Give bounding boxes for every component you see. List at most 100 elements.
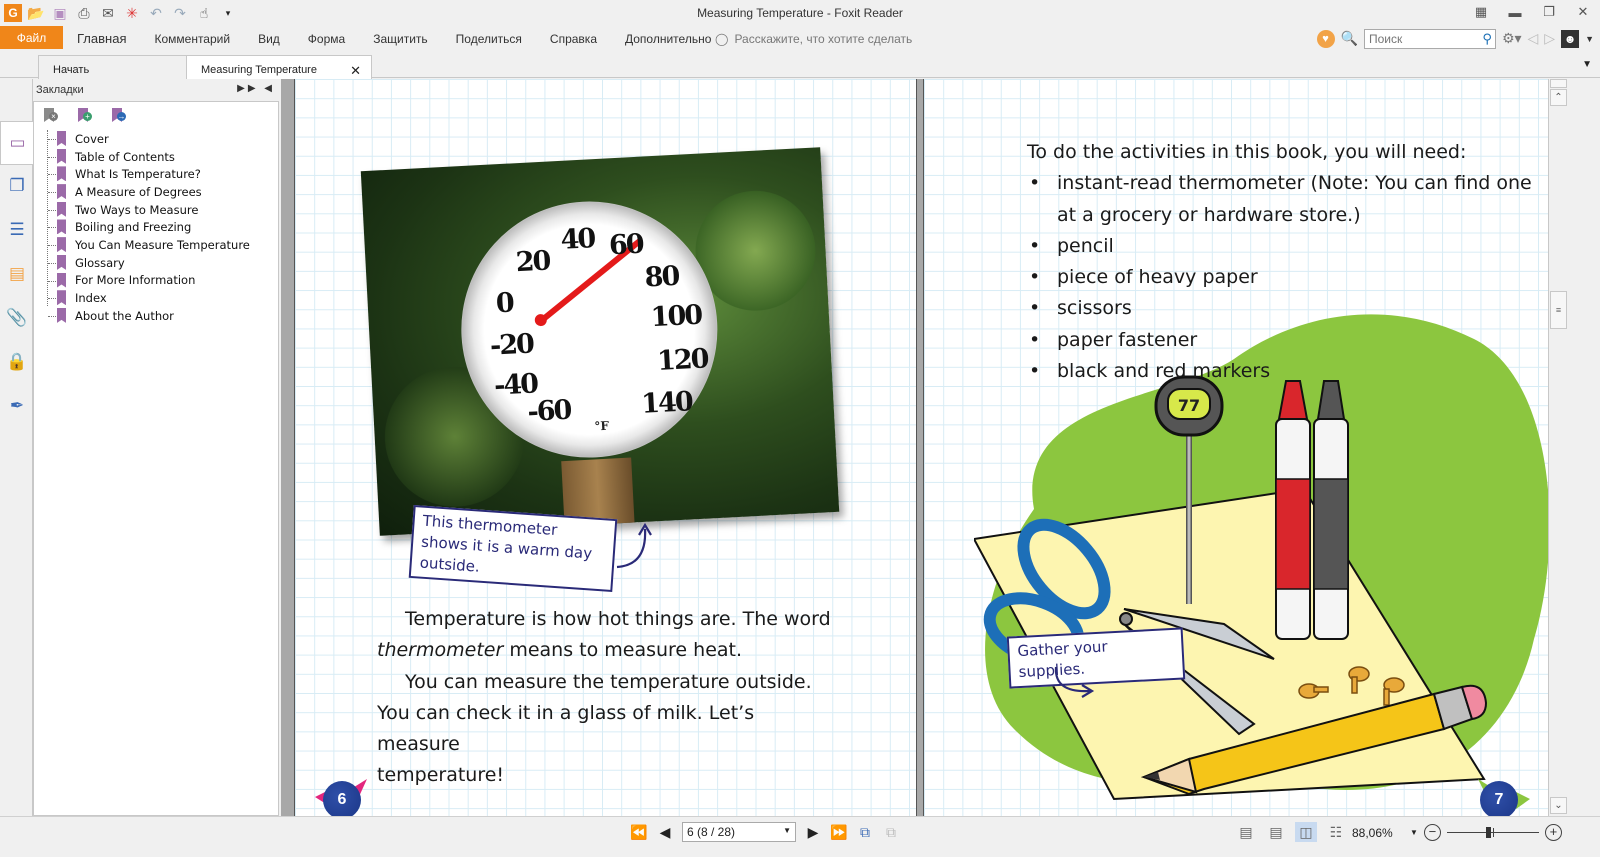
bookmark-label: Cover [75, 131, 109, 146]
bookmark-item[interactable]: Boiling and Freezing [44, 218, 278, 236]
dial-number: 40 [559, 223, 595, 256]
page-field-value: 6 (8 / 28) [687, 825, 736, 839]
lightbulb-icon: ◯ [715, 32, 729, 46]
search-box[interactable]: ⚲ [1363, 28, 1496, 49]
page-gutter [916, 79, 924, 816]
go-to-bookmark-icon[interactable]: → [112, 108, 128, 124]
bookmark-label: Two Ways to Measure [75, 202, 199, 217]
facing-view-icon[interactable]: ◫ [1295, 822, 1317, 842]
tab-measuring-temperature[interactable]: Measuring Temperature ✕ [186, 55, 372, 80]
menu-form[interactable]: Форма [294, 32, 359, 46]
bookmark-label: Index [75, 291, 107, 306]
bookmark-item[interactable]: You Can Measure Temperature [44, 236, 278, 254]
signatures-icon[interactable]: ✒ [6, 395, 28, 417]
zoom-in-icon[interactable]: + [1544, 823, 1562, 841]
paragraph-line: temperature! [377, 764, 505, 787]
zoom-out-icon[interactable]: − [1423, 823, 1441, 841]
menu-view[interactable]: Вид [244, 32, 294, 46]
bookmark-panel-icon[interactable]: ▭ [0, 121, 34, 165]
supply-item: instant-read thermometer (Note: You can … [1027, 168, 1547, 231]
zoom-slider-handle[interactable] [1486, 827, 1492, 838]
close-tab-icon[interactable]: ✕ [350, 63, 361, 79]
settings-gear-icon[interactable]: ⚙▾ [1502, 30, 1522, 47]
tell-me-box[interactable]: ◯ Расскажите, что хотите сделать [715, 32, 912, 46]
scroll-down-button[interactable]: ⌄ [1550, 797, 1567, 814]
previous-view-icon[interactable]: ⧉ [856, 824, 874, 841]
previous-page-icon[interactable]: ◀ [656, 824, 674, 841]
pages-icon[interactable]: ❐ [6, 175, 28, 197]
next-page-icon[interactable]: ▶ [804, 824, 822, 841]
comments-icon[interactable]: ▤ [6, 263, 28, 285]
back-arrow-icon[interactable]: ◁ [1528, 30, 1539, 47]
menu-comment[interactable]: Комментарий [140, 32, 244, 46]
page-6: °F 20 40 60 80 0 100 -20 120 -40 140 -60 This ther… [295, 79, 916, 816]
bookmark-label: Table of Contents [75, 149, 175, 164]
scroll-top-button[interactable] [1550, 79, 1567, 88]
forward-arrow-icon[interactable]: ▷ [1544, 30, 1555, 47]
next-view-icon[interactable]: ⧉ [882, 824, 900, 841]
menu-share[interactable]: Поделиться [442, 32, 536, 46]
fullscreen-icon[interactable]: ▦ [1464, 0, 1498, 24]
tell-me-placeholder: Расскажите, что хотите сделать [734, 32, 913, 46]
file-menu-button[interactable]: Файл [0, 26, 63, 49]
restore-icon[interactable]: ❐ [1532, 0, 1566, 24]
add-bookmark-icon[interactable]: + [78, 108, 94, 124]
first-page-icon[interactable]: ⏪ [630, 824, 648, 841]
bookmark-item[interactable]: Two Ways to Measure [44, 201, 278, 219]
zoom-dropdown-icon[interactable]: ▼ [1410, 828, 1418, 837]
bookmark-label: About the Author [75, 308, 174, 323]
tab-list-dropdown-icon[interactable]: ▼ [1582, 59, 1592, 70]
bookmark-item[interactable]: For More Information [44, 272, 278, 290]
page-dropdown-icon[interactable]: ▼ [783, 826, 791, 835]
account-dropdown-icon[interactable]: ▼ [1585, 34, 1594, 44]
search-icon[interactable]: ⚲ [1482, 31, 1492, 47]
minimize-icon[interactable]: ▬ [1498, 0, 1532, 24]
bookmark-item[interactable]: What Is Temperature? [44, 165, 278, 183]
bookmark-item[interactable]: Glossary [44, 254, 278, 272]
menu-home[interactable]: Главная [63, 31, 140, 46]
zoom-level[interactable]: 88,06% [1352, 826, 1393, 840]
menu-help[interactable]: Справка [536, 32, 611, 46]
close-icon[interactable]: ✕ [1566, 0, 1600, 24]
panel-title: Закладки [36, 84, 84, 96]
single-page-view-icon[interactable]: ▤ [1235, 822, 1257, 842]
bookmark-item[interactable]: A Measure of Degrees [44, 183, 278, 201]
security-icon[interactable]: 🔒 [6, 351, 28, 373]
bookmark-label: For More Information [75, 273, 196, 288]
dial-number: -60 [526, 394, 572, 428]
user-avatar-icon[interactable]: ☻ [1561, 29, 1580, 48]
continuous-facing-view-icon[interactable]: ☷ [1325, 822, 1347, 842]
bookmarks-panel: Закладки ▶▶ ◀ × + → Cover Table of Conten… [33, 79, 281, 816]
attachments-icon[interactable]: 📎 [6, 307, 28, 329]
tab-start[interactable]: Начать [38, 55, 188, 79]
scroll-thumb[interactable]: ≡ [1550, 291, 1567, 329]
dial-unit: °F [594, 418, 610, 434]
title-bar: G 📂 ▣ ⎙ ✉ ✳ ↶ ↷ ☝ ▾ Measuring Temperatur… [0, 0, 1600, 26]
collapse-panel-icon[interactable]: ◀ [264, 83, 275, 94]
supply-item: piece of heavy paper [1027, 262, 1547, 294]
menu-protect[interactable]: Защитить [359, 32, 441, 46]
layers-icon[interactable]: ☰ [6, 219, 28, 241]
favorite-icon[interactable]: ♥ [1316, 29, 1335, 48]
dial-number: 20 [514, 245, 551, 279]
bookmark-item[interactable]: Table of Contents [44, 148, 278, 166]
bookmark-item[interactable]: Cover [44, 130, 278, 148]
last-page-icon[interactable]: ⏩ [830, 824, 848, 841]
continuous-view-icon[interactable]: ▤ [1265, 822, 1287, 842]
vertical-scrollbar[interactable]: ⌃ ≡ ⌄ [1548, 79, 1568, 816]
paragraph-line: You can check it in a glass of milk. Let… [377, 701, 755, 756]
search-folder-icon[interactable]: 🔍 [1341, 30, 1358, 47]
menu-extra[interactable]: Дополнительно [611, 32, 725, 46]
scroll-up-button[interactable]: ⌃ [1550, 89, 1567, 106]
bookmark-item[interactable]: About the Author [44, 307, 278, 325]
panel-splitter[interactable] [281, 79, 295, 816]
bookmark-label: Glossary [75, 255, 125, 270]
delete-bookmark-icon[interactable]: × [44, 108, 60, 124]
search-input[interactable] [1368, 31, 1477, 46]
page-number-field[interactable]: 6 (8 / 28) ▼ [682, 822, 796, 842]
expand-panel-icon[interactable]: ▶▶ [237, 83, 258, 94]
zoom-slider[interactable] [1446, 822, 1539, 842]
bookmark-item[interactable]: Index [44, 289, 278, 307]
supplies-list: instant-read thermometer (Note: You can … [1027, 168, 1547, 387]
document-view[interactable]: °F 20 40 60 80 0 100 -20 120 -40 140 -60 This ther… [295, 79, 1548, 816]
